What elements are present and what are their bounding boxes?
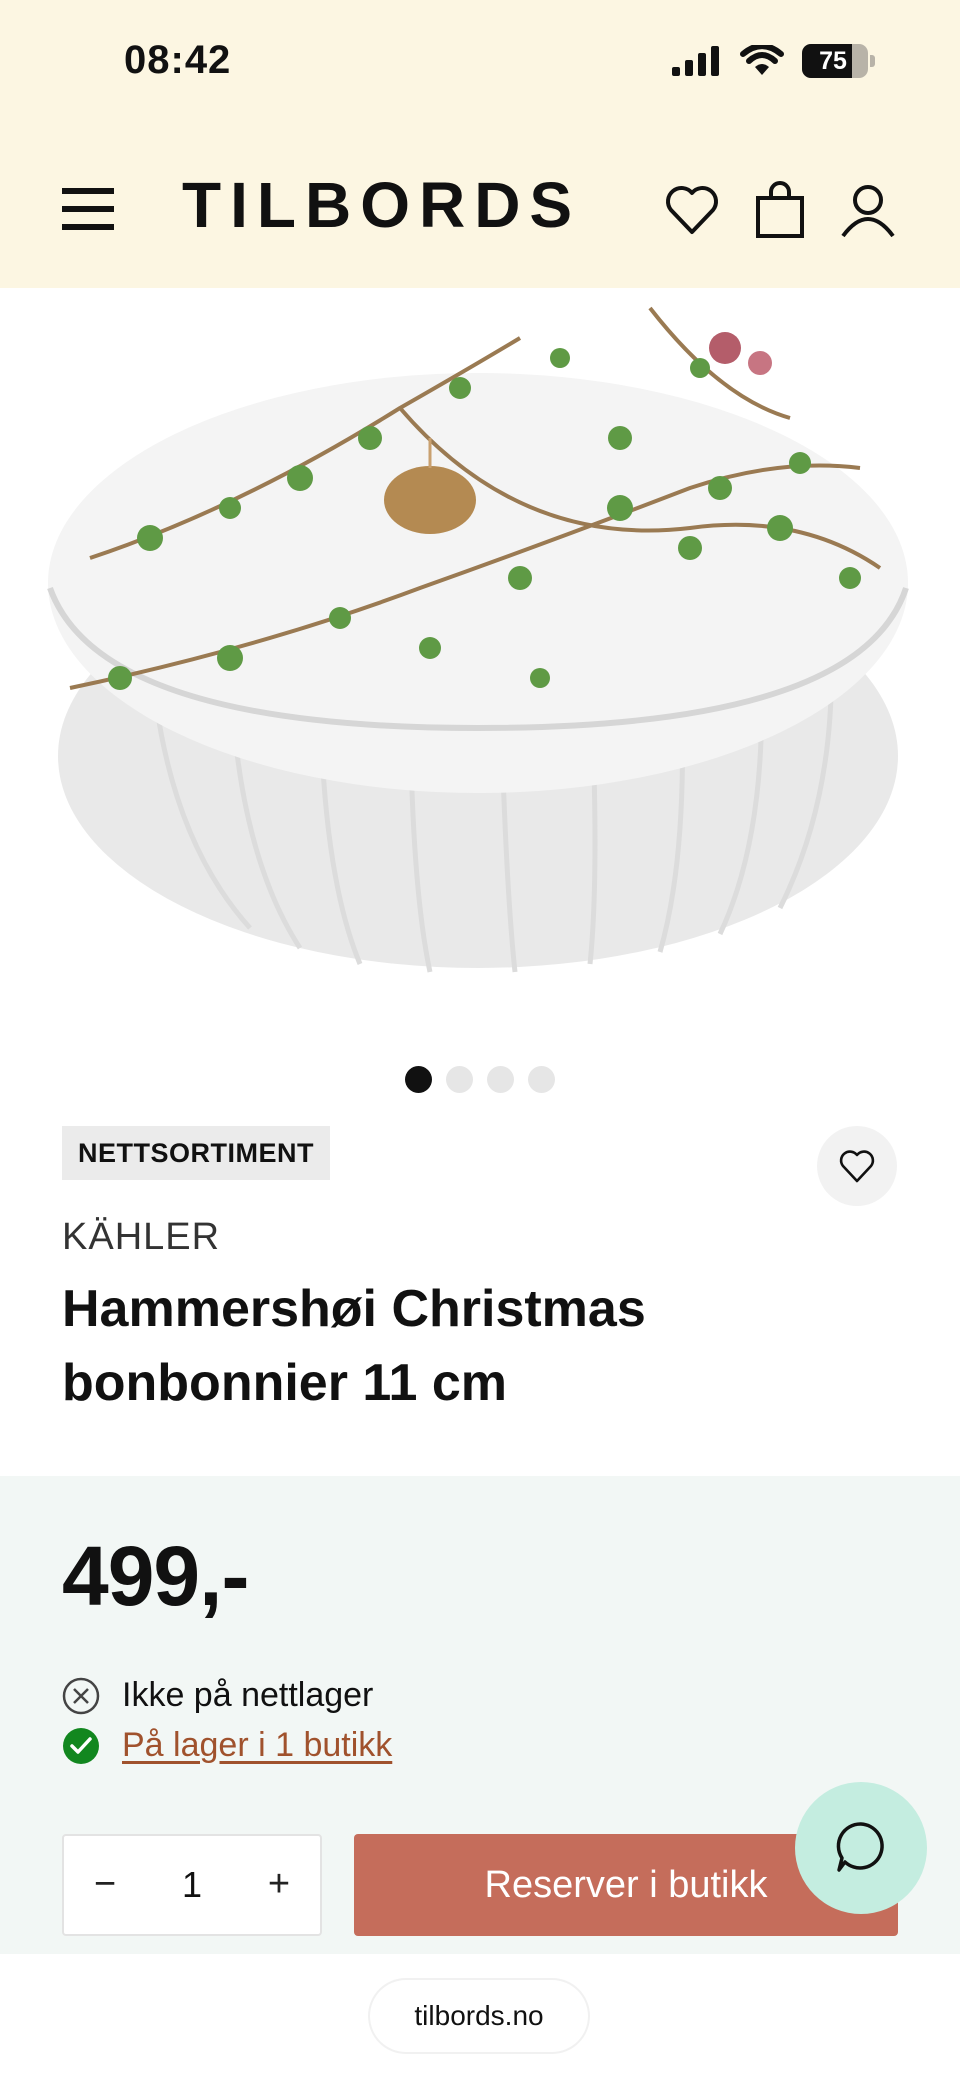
menu-icon[interactable]: [62, 184, 114, 234]
store-stock-link[interactable]: På lager i 1 butikk: [122, 1726, 392, 1765]
site-logo[interactable]: TILBORDS: [182, 168, 581, 242]
product-image[interactable]: [0, 288, 960, 1010]
battery-percentage: 75: [819, 47, 847, 75]
quantity-stepper: − 1 +: [62, 1834, 322, 1936]
wishlist-icon[interactable]: [662, 180, 722, 240]
add-to-wishlist-button[interactable]: [817, 1126, 897, 1206]
online-stock-label: Ikke på nettlager: [122, 1676, 374, 1714]
pagination-dot[interactable]: [405, 1066, 432, 1093]
battery-nub: [870, 55, 875, 67]
product-brand[interactable]: KÄHLER: [62, 1216, 220, 1259]
battery-icon: 75: [802, 44, 868, 78]
account-icon[interactable]: [838, 180, 898, 240]
heart-icon: [839, 1150, 875, 1183]
product-badge: NETTSORTIMENT: [62, 1126, 330, 1180]
unavailable-icon: [62, 1677, 100, 1714]
store-stock-status: På lager i 1 butikk: [62, 1726, 392, 1765]
quantity-value[interactable]: 1: [134, 1836, 250, 1934]
product-price: 499,-: [62, 1529, 249, 1623]
increase-quantity-button[interactable]: +: [244, 1836, 314, 1934]
online-stock-status: Ikke på nettlager: [62, 1676, 373, 1715]
status-time: 08:42: [124, 38, 232, 82]
chat-button[interactable]: [795, 1782, 927, 1914]
signal-icon: [672, 46, 719, 76]
browser-url-bar[interactable]: tilbords.no: [370, 1980, 588, 2052]
pagination-dot[interactable]: [446, 1066, 473, 1093]
wifi-icon: [740, 45, 784, 75]
shopping-bag-icon[interactable]: [750, 180, 810, 240]
decrease-quantity-button[interactable]: −: [70, 1836, 140, 1934]
site-header: 08:42 75 TILBORDS: [0, 0, 960, 288]
chat-bubble-icon: [836, 1822, 884, 1872]
product-title: Hammershøi Christmas bonbonnier 11 cm: [62, 1280, 646, 1412]
status-indicators: 75: [672, 44, 875, 78]
image-pagination: [0, 1066, 960, 1093]
pagination-dot[interactable]: [528, 1066, 555, 1093]
pagination-dot[interactable]: [487, 1066, 514, 1093]
in-stock-check-icon: [63, 1727, 99, 1764]
